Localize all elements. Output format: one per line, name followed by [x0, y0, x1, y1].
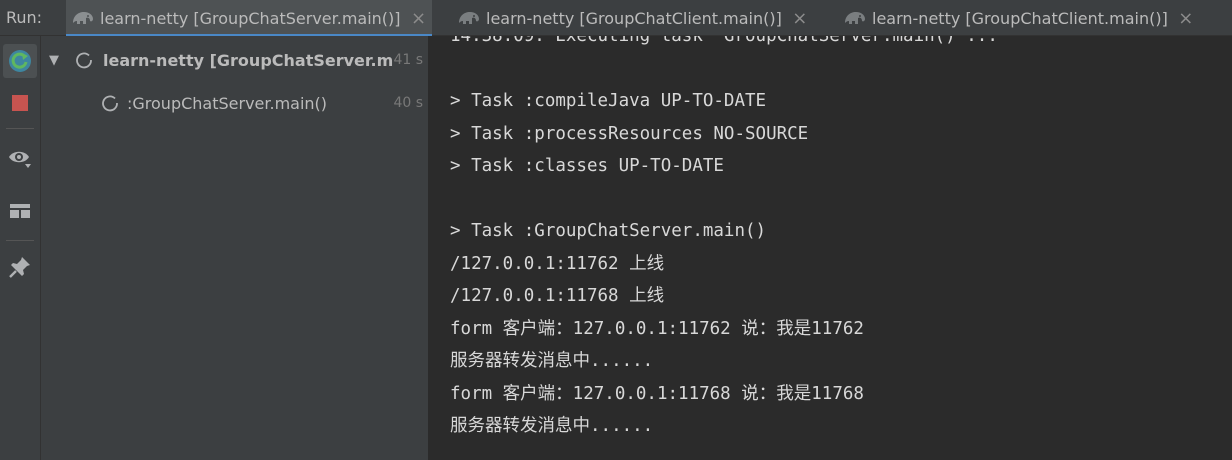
toolbar-divider — [6, 128, 34, 129]
console-output[interactable]: 14:38:09: Executing task 'GroupChatServe… — [429, 36, 1232, 460]
rerun-icon — [9, 50, 31, 72]
run-label: Run: — [6, 8, 43, 27]
pin-icon — [9, 257, 30, 278]
tree-item-label: learn-netty [GroupChatServer.ma — [103, 50, 393, 70]
console-line: 服务器转发消息中...... — [450, 416, 654, 436]
tab-group-chat-client-1[interactable]: learn-netty [GroupChatClient.main()] × — [456, 0, 816, 36]
tree-item-root[interactable]: ▼ learn-netty [GroupChatServer.ma 41 s — [41, 42, 429, 78]
tree-item-label: :GroupChatServer.main() — [127, 93, 328, 113]
console-line: 服务器转发消息中...... — [450, 351, 654, 371]
console-line: > Task :processResources NO-SOURCE — [450, 123, 809, 144]
console-line: > Task :compileJava UP-TO-DATE — [450, 91, 767, 111]
gradle-elephant-icon — [459, 12, 479, 24]
run-tool-window: Run: learn-netty [GroupChatServer.main()… — [0, 0, 1232, 460]
console-line: /127.0.0.1:11762 上线 — [450, 253, 665, 274]
run-toolbar — [0, 36, 41, 460]
tab-label: learn-netty [GroupChatServer.main()] — [100, 8, 401, 28]
show-button[interactable] — [3, 141, 37, 175]
rerun-button[interactable] — [3, 44, 37, 78]
gradle-elephant-icon — [73, 12, 93, 24]
console-line: > Task :classes UP-TO-DATE — [450, 156, 724, 176]
layout-icon — [10, 204, 30, 218]
gradle-elephant-icon — [845, 12, 865, 24]
close-icon[interactable]: × — [1178, 8, 1194, 29]
toolbar-divider — [6, 240, 34, 241]
running-spinner-icon — [76, 52, 92, 69]
run-tab-bar: Run: learn-netty [GroupChatServer.main()… — [0, 0, 1232, 37]
tab-group-chat-client-2[interactable]: learn-netty [GroupChatClient.main()] × — [842, 0, 1212, 36]
stop-button[interactable] — [3, 86, 37, 120]
console-line: form 客户端：127.0.0.1:11762 说：我是11762 — [450, 318, 864, 339]
tree-item-child[interactable]: :GroupChatServer.main() 40 s — [41, 85, 429, 121]
close-icon[interactable]: × — [792, 8, 808, 29]
stop-icon — [12, 95, 28, 111]
running-spinner-icon — [102, 95, 118, 112]
console-lines: 14:38:09: Executing task 'GroupChatServe… — [450, 36, 998, 443]
show-icon — [9, 151, 31, 168]
layout-button[interactable] — [3, 194, 37, 228]
elapsed-time: 40 s — [393, 95, 423, 111]
tab-group-chat-server[interactable]: learn-netty [GroupChatServer.main()] × — [66, 0, 432, 37]
console-line: 14:38:09: Executing task 'GroupChatServe… — [450, 36, 998, 46]
pin-button[interactable] — [3, 250, 37, 284]
tab-label: learn-netty [GroupChatClient.main()] — [486, 8, 782, 28]
console-line: > Task :GroupChatServer.main() — [450, 221, 767, 241]
console-line: /127.0.0.1:11768 上线 — [450, 286, 665, 306]
elapsed-time: 41 s — [393, 52, 423, 68]
expand-caret-icon[interactable]: ▼ — [49, 53, 59, 68]
console-line: form 客户端：127.0.0.1:11768 说：我是11768 — [450, 383, 864, 404]
run-tree-panel: ▼ learn-netty [GroupChatServer.ma 41 s :… — [41, 36, 429, 460]
tab-label: learn-netty [GroupChatClient.main()] — [872, 8, 1168, 28]
close-icon[interactable]: × — [411, 8, 427, 29]
